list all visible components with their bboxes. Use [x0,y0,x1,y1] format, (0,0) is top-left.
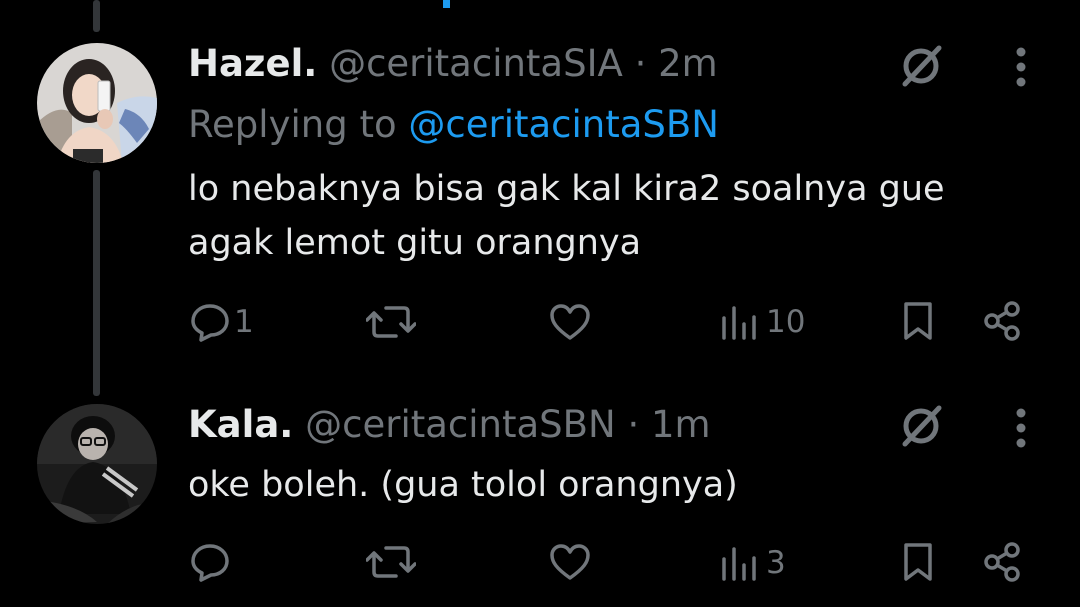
more-icon[interactable] [1008,46,1034,88]
timestamp[interactable]: 1m [651,403,711,446]
reply-icon[interactable] [189,302,231,342]
tweet-text-line: lo nebaknya bisa gak kal kira2 soalnya g… [188,169,945,209]
tweet-text: oke boleh. (gua tolol orangnya) [188,458,1028,512]
tweet-text-line: agak lemot gitu orangnya [188,223,642,263]
handle[interactable]: @ceritacintaSBN [305,403,616,446]
thread-line-top [93,0,100,32]
reply-count[interactable]: 1 [234,304,254,340]
avatar-image [37,43,157,163]
tweet-text: lo nebaknya bisa gak kal kira2 soalnya g… [188,162,1028,270]
display-name[interactable]: Hazel. [188,42,317,85]
retweet-icon[interactable] [366,542,416,582]
views-icon[interactable] [720,545,760,581]
timeline: Hazel. @ceritacintaSIA · 2m Replying to … [0,0,1080,607]
share-icon[interactable] [982,300,1024,342]
retweet-icon[interactable] [366,302,416,342]
bookmark-icon[interactable] [902,300,934,342]
handle[interactable]: @ceritacintaSIA [329,42,623,85]
views-icon[interactable] [720,304,760,340]
view-count[interactable]: 10 [766,304,805,340]
separator: · [627,403,640,446]
reply-icon[interactable] [189,542,231,582]
timestamp[interactable]: 2m [658,42,718,85]
thread-line [93,170,100,396]
share-icon[interactable] [982,541,1024,583]
tweet-header: Kala. @ceritacintaSBN · 1m [188,403,711,447]
grok-icon[interactable] [895,39,949,93]
tweet-text-line: oke boleh. (gua tolol orangnya) [188,465,738,505]
tweet-header: Hazel. @ceritacintaSIA · 2m [188,42,718,86]
view-count[interactable]: 3 [766,545,786,581]
separator: · [634,42,647,85]
grok-icon[interactable] [895,399,949,453]
accent-mark [443,0,450,8]
replying-label: Replying to [188,103,397,146]
mention-link[interactable]: @ceritacintaSBN [408,103,719,146]
replying-to: Replying to @ceritacintaSBN [188,103,719,147]
avatar[interactable] [37,404,157,524]
like-icon[interactable] [548,302,592,342]
like-icon[interactable] [548,542,592,582]
avatar[interactable] [37,43,157,163]
avatar-image [37,404,157,524]
bookmark-icon[interactable] [902,541,934,583]
display-name[interactable]: Kala. [188,403,293,446]
more-icon[interactable] [1008,407,1034,449]
